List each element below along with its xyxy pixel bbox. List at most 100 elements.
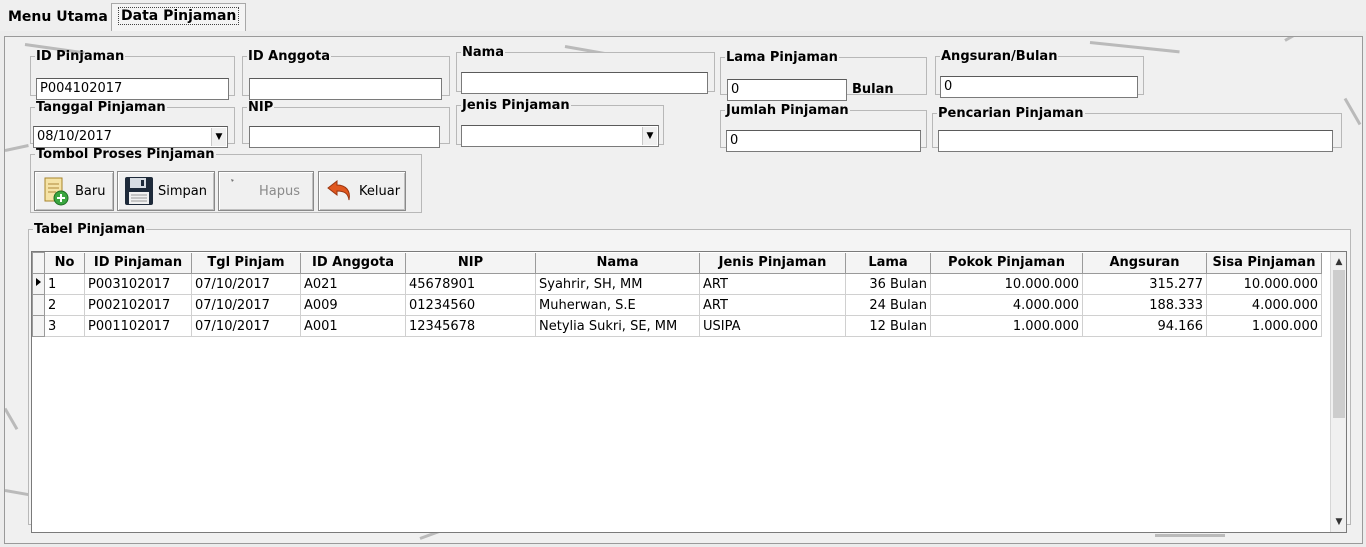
cell-pokok-pinjaman[interactable]: 10.000.000	[930, 273, 1083, 295]
cell-lama[interactable]: 12 Bulan	[845, 315, 931, 337]
angsuran-bulan-input[interactable]: 0	[940, 76, 1138, 98]
jenis-pinjaman-group: Jenis Pinjaman ▼	[456, 98, 664, 147]
id-anggota-group: ID Anggota	[242, 49, 450, 100]
cell-jenis-pinjaman[interactable]: USIPA	[699, 315, 846, 337]
cell-angsuran[interactable]: 188.333	[1082, 294, 1207, 316]
row-pointer-icon[interactable]	[32, 273, 45, 295]
column-header-id-anggota[interactable]: ID Anggota	[300, 252, 406, 274]
chevron-down-icon[interactable]: ▼	[642, 127, 657, 145]
lama-pinjaman-unit: Bulan	[852, 82, 894, 97]
simpan-button[interactable]: Simpan	[117, 171, 215, 211]
column-header-lama[interactable]: Lama	[845, 252, 931, 274]
baru-button[interactable]: Baru	[34, 171, 114, 211]
new-document-icon	[41, 176, 71, 206]
nip-input[interactable]	[249, 126, 440, 148]
jenis-pinjaman-label: Jenis Pinjaman	[462, 98, 570, 113]
angsuran-bulan-label: Angsuran/Bulan	[941, 49, 1058, 64]
chevron-down-icon[interactable]: ▼	[211, 128, 226, 146]
jumlah-pinjaman-label: Jumlah Pinjaman	[726, 103, 849, 118]
exit-arrow-icon	[325, 176, 355, 206]
background-streak	[1155, 534, 1225, 537]
vertical-scrollbar[interactable]: ▲ ▼	[1330, 252, 1346, 532]
column-header-id-pinjaman[interactable]: ID Pinjaman	[84, 252, 192, 274]
cell-id-pinjaman[interactable]: P002102017	[84, 294, 192, 316]
tombol-proses-group: Tombol Proses Pinjaman Baru Simpan Hapus…	[30, 148, 422, 213]
chevron-down-icon[interactable]: ▼	[1331, 514, 1346, 530]
jumlah-pinjaman-input[interactable]: 0	[726, 130, 921, 152]
column-header-sisa-pinjaman[interactable]: Sisa Pinjaman	[1206, 252, 1322, 274]
id-pinjaman-group: ID Pinjaman P004102017	[30, 49, 235, 100]
cell-tgl-pinjam[interactable]: 07/10/2017	[191, 315, 301, 337]
cell-tgl-pinjam[interactable]: 07/10/2017	[191, 273, 301, 295]
angsuran-bulan-group: Angsuran/Bulan 0	[935, 49, 1144, 98]
scrollbar-thumb[interactable]	[1333, 270, 1345, 418]
id-anggota-input[interactable]	[249, 78, 442, 100]
chevron-up-icon[interactable]: ▲	[1331, 254, 1346, 270]
id-pinjaman-input[interactable]: P004102017	[36, 78, 229, 100]
cell-id-anggota[interactable]: A021	[300, 273, 406, 295]
cell-nama[interactable]: Syahrir, SH, MM	[535, 273, 700, 295]
column-header-tgl-pinjam[interactable]: Tgl Pinjam	[191, 252, 301, 274]
hapus-button[interactable]: Hapus	[218, 171, 314, 211]
cell-no[interactable]: 2	[44, 294, 85, 316]
data-grid[interactable]: No ID Pinjaman Tgl Pinjam ID Anggota NIP…	[31, 251, 1347, 533]
lama-pinjaman-input[interactable]: 0	[727, 79, 847, 101]
cell-jenis-pinjaman[interactable]: ART	[699, 273, 846, 295]
cell-nip[interactable]: 12345678	[405, 315, 536, 337]
tabel-pinjaman-label: Tabel Pinjaman	[34, 222, 146, 237]
row-header-corner	[32, 252, 45, 274]
table-row[interactable]: 3 P001102017 07/10/2017 A001 12345678 Ne…	[32, 315, 1322, 337]
search-input[interactable]	[938, 130, 1333, 152]
column-header-angsuran[interactable]: Angsuran	[1082, 252, 1207, 274]
tanggal-pinjaman-value: 08/10/2017	[37, 129, 112, 144]
background-streak	[1284, 37, 1321, 42]
cell-nip[interactable]: 45678901	[405, 273, 536, 295]
nama-input[interactable]	[461, 72, 708, 94]
cell-lama[interactable]: 24 Bulan	[845, 294, 931, 316]
tanggal-pinjaman-picker[interactable]: 08/10/2017 ▼	[33, 126, 228, 148]
cell-id-pinjaman[interactable]: P001102017	[84, 315, 192, 337]
jenis-pinjaman-select[interactable]: ▼	[461, 125, 659, 147]
cell-nip[interactable]: 01234560	[405, 294, 536, 316]
table-row[interactable]: 2 P002102017 07/10/2017 A009 01234560 Mu…	[32, 294, 1322, 316]
cell-tgl-pinjam[interactable]: 07/10/2017	[191, 294, 301, 316]
cell-sisa-pinjaman[interactable]: 10.000.000	[1206, 273, 1322, 295]
cell-nama[interactable]: Muherwan, S.E	[535, 294, 700, 316]
cell-angsuran[interactable]: 315.277	[1082, 273, 1207, 295]
cell-pokok-pinjaman[interactable]: 4.000.000	[930, 294, 1083, 316]
tanggal-pinjaman-label: Tanggal Pinjaman	[36, 100, 166, 115]
keluar-button[interactable]: Keluar	[318, 171, 406, 211]
pencarian-pinjaman-group: Pencarian Pinjaman	[932, 107, 1342, 152]
cell-angsuran[interactable]: 94.166	[1082, 315, 1207, 337]
tab-data-pinjaman[interactable]: Data Pinjaman	[111, 3, 247, 31]
background-streak	[5, 144, 29, 152]
cell-pokok-pinjaman[interactable]: 1.000.000	[930, 315, 1083, 337]
nama-label: Nama	[462, 45, 504, 60]
column-header-nama[interactable]: Nama	[535, 252, 700, 274]
cell-lama[interactable]: 36 Bulan	[845, 273, 931, 295]
floppy-disk-icon	[124, 176, 154, 206]
column-header-nip[interactable]: NIP	[405, 252, 536, 274]
column-header-pokok-pinjaman[interactable]: Pokok Pinjaman	[930, 252, 1083, 274]
row-header[interactable]	[32, 294, 45, 316]
cell-id-anggota[interactable]: A001	[300, 315, 406, 337]
id-pinjaman-label: ID Pinjaman	[36, 49, 125, 64]
cell-jenis-pinjaman[interactable]: ART	[699, 294, 846, 316]
cell-id-anggota[interactable]: A009	[300, 294, 406, 316]
cell-nama[interactable]: Netylia Sukri, SE, MM	[535, 315, 700, 337]
table-row[interactable]: 1 P003102017 07/10/2017 A021 45678901 Sy…	[32, 273, 1322, 295]
id-anggota-label: ID Anggota	[248, 49, 330, 64]
row-header[interactable]	[32, 315, 45, 337]
nip-label: NIP	[248, 100, 274, 115]
column-header-no[interactable]: No	[44, 252, 85, 274]
tab-menu-utama[interactable]: Menu Utama	[2, 5, 114, 30]
tabel-pinjaman-group: Tabel Pinjaman No ID Pinjaman Tgl Pinjam…	[28, 222, 1351, 533]
cell-sisa-pinjaman[interactable]: 1.000.000	[1206, 315, 1322, 337]
cell-no[interactable]: 3	[44, 315, 85, 337]
cell-no[interactable]: 1	[44, 273, 85, 295]
cell-id-pinjaman[interactable]: P003102017	[84, 273, 192, 295]
cell-sisa-pinjaman[interactable]: 4.000.000	[1206, 294, 1322, 316]
nip-group: NIP	[242, 100, 450, 148]
column-header-jenis-pinjaman[interactable]: Jenis Pinjaman	[699, 252, 846, 274]
tab-data-pinjaman-label: Data Pinjaman	[118, 7, 240, 25]
